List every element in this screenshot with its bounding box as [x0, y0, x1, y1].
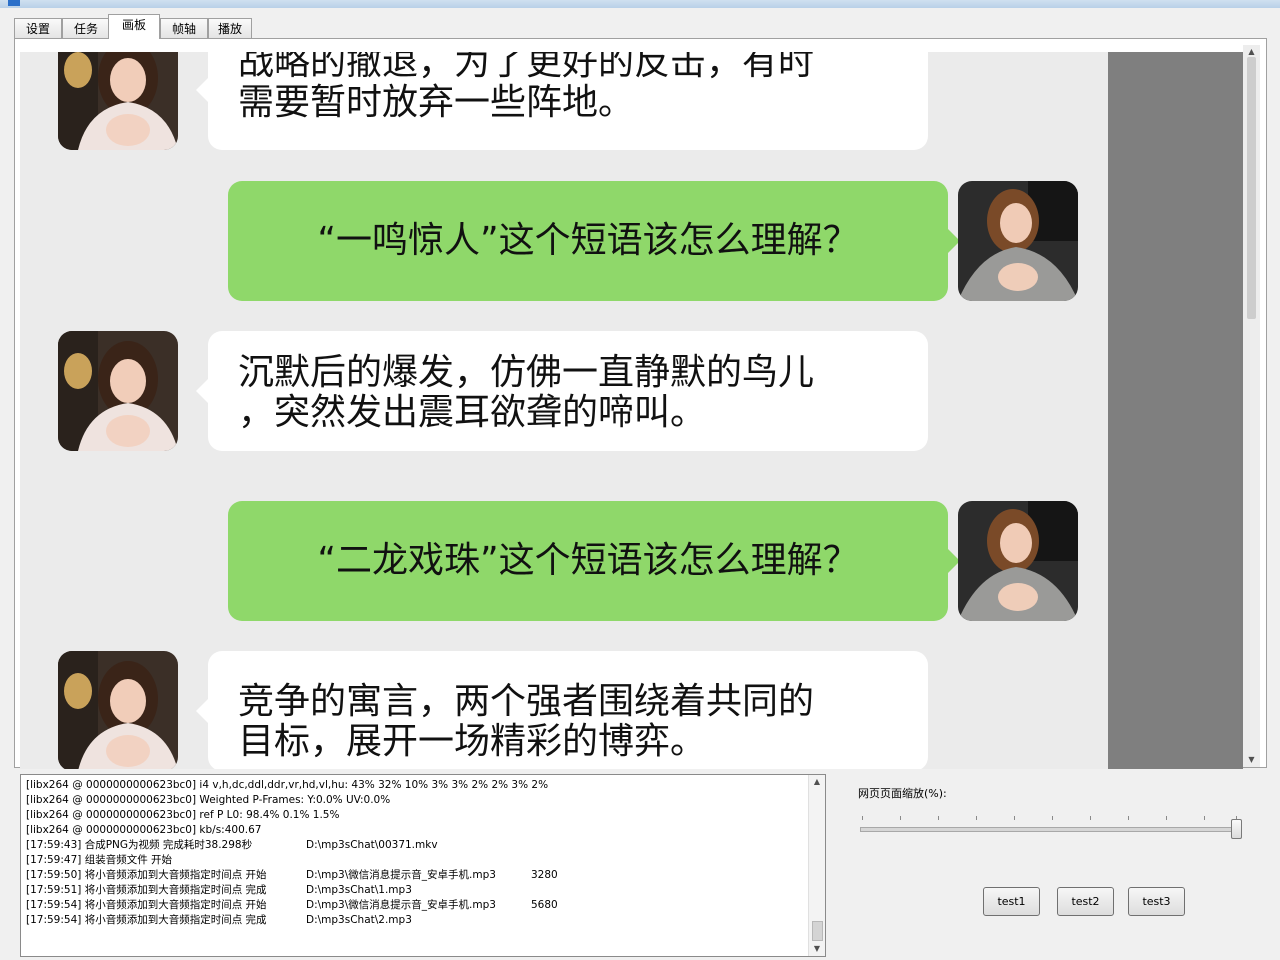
log-cell: [libx264 @ 0000000000623bc0] kb/s:400.67 [26, 824, 262, 836]
canvas-vertical-scrollbar[interactable]: ▲ ▼ [1243, 45, 1260, 767]
log-cell: [17:59:47] 组装音频文件 开始 [26, 854, 173, 866]
scroll-down-arrow-icon[interactable]: ▼ [1243, 753, 1260, 767]
scrollbar-thumb[interactable] [1247, 57, 1256, 319]
log-line: [libx264 @ 0000000000623bc0] ref P L0: 9… [26, 808, 806, 823]
window-title-bar [0, 0, 1280, 8]
log-cell: [17:59:50] 将小音频添加到大音频指定时间点 开始 [26, 869, 267, 881]
log-output[interactable]: [libx264 @ 0000000000623bc0] i4 v,h,dc,d… [20, 774, 826, 957]
avatar [58, 52, 178, 150]
chat-bubble-sent: “一鸣惊人”这个短语该怎么理解？ [228, 181, 960, 301]
log-line: [17:59:54] 将小音频添加到大音频指定时间点 开始 D:\mp3\微信消息… [26, 898, 806, 913]
chat-message-right: “一鸣惊人”这个短语该怎么理解？ [20, 181, 1108, 301]
tab-timeline[interactable]: 帧轴 [160, 18, 208, 38]
log-cell: 5680 [531, 899, 558, 911]
log-cell: D:\mp3sChat\1.mp3 [306, 884, 412, 896]
test3-button[interactable]: test3 [1128, 887, 1185, 916]
zoom-label: 网页页面缩放(%): [858, 787, 947, 800]
slider-tick [976, 816, 977, 820]
bubble-text-line: “二龙戏珠”这个短语该怎么理解？ [317, 540, 859, 581]
chat-message-left: 沉默后的爆发，仿佛一直静默的鸟儿 ，突然发出震耳欲聋的啼叫。 [20, 331, 1108, 451]
log-cell: D:\mp3\微信消息提示音_安卓手机.mp3 [306, 869, 496, 881]
test2-button[interactable]: test2 [1057, 887, 1114, 916]
scroll-down-arrow-icon[interactable]: ▼ [809, 942, 825, 956]
slider-handle[interactable] [1231, 819, 1242, 839]
log-cell: D:\mp3\微信消息提示音_安卓手机.mp3 [306, 899, 496, 911]
slider-groove [860, 827, 1240, 832]
test1-button[interactable]: test1 [983, 887, 1040, 916]
log-line: [libx264 @ 0000000000623bc0] i4 v,h,dc,d… [26, 778, 806, 793]
slider-tick [1204, 816, 1205, 820]
chat-canvas: 战略的撤退，为了更好的反击，有时 需要暂时放弃一些阵地。 “一鸣惊人”这个短语该… [20, 52, 1108, 769]
log-line: [libx264 @ 0000000000623bc0] Weighted P-… [26, 793, 806, 808]
scroll-up-arrow-icon[interactable]: ▲ [809, 775, 825, 789]
slider-tick [1166, 816, 1167, 820]
avatar [958, 181, 1078, 301]
log-line: [17:59:54] 将小音频添加到大音频指定时间点 完成 D:\mp3sChat… [26, 913, 806, 928]
bubble-text-line: 沉默后的爆发，仿佛一直静默的鸟儿 [238, 352, 815, 393]
slider-tick [1128, 816, 1129, 820]
log-lines: [libx264 @ 0000000000623bc0] i4 v,h,dc,d… [26, 778, 806, 928]
slider-tick [862, 816, 863, 820]
log-cell: [libx264 @ 0000000000623bc0] ref P L0: 9… [26, 809, 340, 821]
avatar [58, 331, 178, 451]
log-cell: [17:59:43] 合成PNG为视频 完成耗时38.298秒 [26, 839, 253, 851]
bubble-text-line: 竞争的寓言，两个强者围绕着共同的 [238, 681, 815, 722]
log-cell: 3280 [531, 869, 558, 881]
log-line: [17:59:47] 组装音频文件 开始 [26, 853, 806, 868]
bubble-text-line: “一鸣惊人”这个短语该怎么理解？ [317, 220, 859, 261]
log-cell: [17:59:54] 将小音频添加到大音频指定时间点 开始 [26, 899, 267, 911]
bubble-text-line: 目标，展开一场精彩的博弈。 [238, 721, 707, 762]
log-cell: [libx264 @ 0000000000623bc0] i4 v,h,dc,d… [26, 779, 549, 791]
log-scrollbar[interactable]: ▲ ▼ [808, 775, 825, 956]
bubble-text-line: ，突然发出震耳欲聋的啼叫。 [238, 392, 707, 433]
avatar [58, 651, 178, 769]
tab-settings[interactable]: 设置 [14, 18, 62, 38]
app-icon [8, 0, 20, 6]
slider-tick [1052, 816, 1053, 820]
chat-bubble-sent: “二龙戏珠”这个短语该怎么理解？ [228, 501, 960, 621]
log-cell: D:\mp3sChat\2.mp3 [306, 914, 412, 926]
tab-tasks[interactable]: 任务 [62, 18, 110, 38]
chat-message-right: “二龙戏珠”这个短语该怎么理解？ [20, 501, 1108, 621]
zoom-slider[interactable] [858, 816, 1242, 842]
log-cell: D:\mp3sChat\00371.mkv [306, 839, 438, 851]
log-line: [libx264 @ 0000000000623bc0] kb/s:400.67 [26, 823, 806, 838]
log-line: [17:59:51] 将小音频添加到大音频指定时间点 完成 D:\mp3sChat… [26, 883, 806, 898]
log-cell: [17:59:51] 将小音频添加到大音频指定时间点 完成 [26, 884, 267, 896]
slider-tick [1014, 816, 1015, 820]
log-cell: [17:59:54] 将小音频添加到大音频指定时间点 完成 [26, 914, 267, 926]
bubble-text-line: 战略的撤退，为了更好的反击，有时 [238, 52, 815, 83]
bubble-text-line: 需要暂时放弃一些阵地。 [238, 82, 635, 123]
chat-message-left: 战略的撤退，为了更好的反击，有时 需要暂时放弃一些阵地。 [20, 52, 1108, 150]
avatar [958, 501, 1078, 621]
chat-bubble-received: 战略的撤退，为了更好的反击，有时 需要暂时放弃一些阵地。 [196, 52, 928, 150]
scrollbar-thumb[interactable] [812, 921, 823, 941]
slider-tick [1090, 816, 1091, 820]
chat-message-left: 竞争的寓言，两个强者围绕着共同的 目标，展开一场精彩的博弈。 [20, 651, 1108, 769]
log-cell: [libx264 @ 0000000000623bc0] Weighted P-… [26, 794, 391, 806]
chat-bubble-received: 竞争的寓言，两个强者围绕着共同的 目标，展开一场精彩的博弈。 [196, 651, 928, 769]
log-line: [17:59:43] 合成PNG为视频 完成耗时38.298秒 D:\mp3sCh… [26, 838, 806, 853]
tab-play[interactable]: 播放 [208, 18, 252, 38]
slider-tick [938, 816, 939, 820]
chat-preview-viewport: 战略的撤退，为了更好的反击，有时 需要暂时放弃一些阵地。 “一鸣惊人”这个短语该… [20, 52, 1243, 769]
chat-bubble-received: 沉默后的爆发，仿佛一直静默的鸟儿 ，突然发出震耳欲聋的啼叫。 [196, 331, 928, 451]
slider-tick [900, 816, 901, 820]
log-line: [17:59:50] 将小音频添加到大音频指定时间点 开始 D:\mp3\微信消息… [26, 868, 806, 883]
tab-canvas[interactable]: 画板 [108, 14, 160, 39]
